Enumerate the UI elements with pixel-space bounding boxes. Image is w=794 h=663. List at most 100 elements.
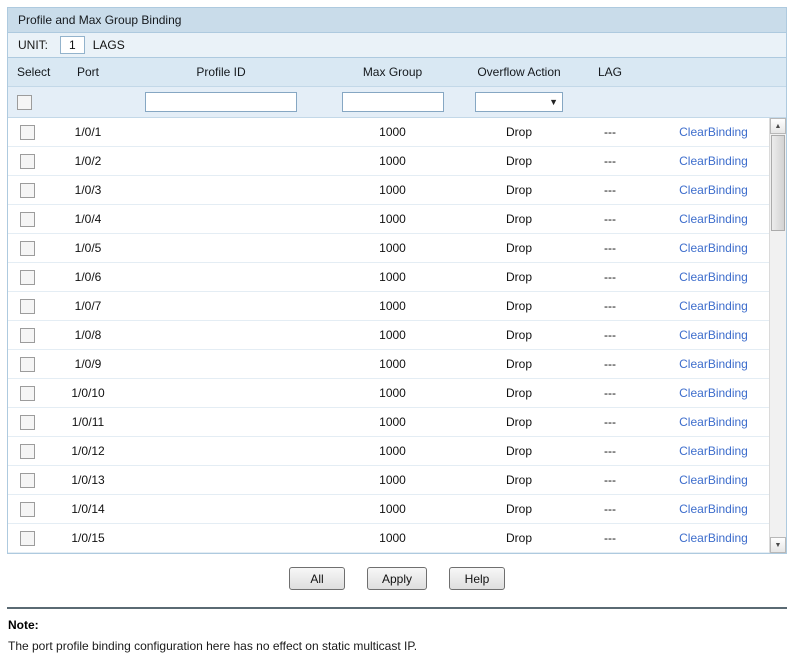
clear-binding-link[interactable]: ClearBinding [679, 328, 748, 342]
profile-id-cell [116, 523, 326, 553]
overflow-action-cell: Drop [459, 175, 579, 205]
max-group-cell: 1000 [326, 291, 459, 321]
row-checkbox[interactable] [20, 182, 35, 198]
max-group-cell: 1000 [326, 436, 459, 466]
table-row: 1/0/8 1000 Drop --- ClearBinding [8, 320, 786, 350]
scrollbar-track[interactable] [770, 134, 786, 537]
select-cell [8, 436, 60, 466]
clear-binding-link[interactable]: ClearBinding [679, 386, 748, 400]
select-all-checkbox[interactable] [17, 94, 32, 110]
select-cell [8, 233, 60, 263]
row-checkbox[interactable] [20, 414, 35, 430]
unit-1-tab[interactable]: 1 [60, 36, 85, 54]
lags-tab[interactable]: LAGS [93, 38, 125, 52]
lag-cell: --- [579, 378, 641, 408]
row-checkbox[interactable] [20, 356, 35, 372]
clear-binding-link[interactable]: ClearBinding [679, 270, 748, 284]
scroll-down-icon: ▼ [774, 541, 782, 549]
table-body: 1/0/1 1000 Drop --- ClearBinding 1/0/2 1000 Dro… [8, 117, 786, 553]
clear-binding-link[interactable]: ClearBinding [679, 125, 748, 139]
action-cell: ClearBinding [641, 204, 786, 234]
clear-binding-link[interactable]: ClearBinding [679, 241, 748, 255]
port-cell: 1/0/6 [60, 262, 116, 292]
lag-cell: --- [579, 436, 641, 466]
filter-max-group-cell [326, 86, 459, 118]
lag-cell: --- [579, 175, 641, 205]
table-row: 1/0/9 1000 Drop --- ClearBinding [8, 349, 786, 379]
select-cell [8, 204, 60, 234]
max-group-cell: 1000 [326, 378, 459, 408]
row-checkbox[interactable] [20, 298, 35, 314]
row-checkbox[interactable] [20, 501, 35, 517]
row-checkbox[interactable] [20, 530, 35, 546]
header-max-group: Max Group [326, 58, 459, 87]
profile-id-input[interactable] [145, 92, 297, 112]
row-checkbox[interactable] [20, 385, 35, 401]
header-profile-id: Profile ID [116, 58, 326, 87]
clear-binding-link[interactable]: ClearBinding [679, 212, 748, 226]
select-cell [8, 465, 60, 495]
header-select: Select [8, 58, 60, 87]
clear-binding-link[interactable]: ClearBinding [679, 415, 748, 429]
select-cell [8, 494, 60, 524]
note-section: Note: The port profile binding configura… [7, 609, 787, 653]
lag-cell: --- [579, 146, 641, 176]
binding-table-wrap: Select Port Profile ID Max Group Overflo… [8, 58, 786, 553]
max-group-input[interactable] [341, 92, 444, 112]
scroll-down-button[interactable]: ▼ [770, 537, 786, 553]
profile-binding-panel: Profile and Max Group Binding UNIT: 1 LA… [7, 7, 787, 554]
scroll-up-button[interactable]: ▲ [770, 118, 786, 134]
filter-row: ▼ [8, 86, 786, 118]
action-buttons-row: All Apply Help [7, 567, 787, 590]
select-cell [8, 146, 60, 176]
all-button[interactable]: All [288, 567, 345, 590]
clear-binding-link[interactable]: ClearBinding [679, 357, 748, 371]
select-cell [8, 349, 60, 379]
clear-binding-link[interactable]: ClearBinding [679, 299, 748, 313]
clear-binding-link[interactable]: ClearBinding [679, 531, 748, 545]
apply-button[interactable]: Apply [366, 567, 428, 590]
row-checkbox[interactable] [20, 269, 35, 285]
row-checkbox[interactable] [20, 443, 35, 459]
help-button[interactable]: Help [449, 567, 506, 590]
row-checkbox[interactable] [20, 472, 35, 488]
table-row: 1/0/5 1000 Drop --- ClearBinding [8, 233, 786, 263]
header-row: Select Port Profile ID Max Group Overflo… [8, 58, 786, 87]
action-cell: ClearBinding [641, 465, 786, 495]
page: Profile and Max Group Binding UNIT: 1 LA… [0, 0, 794, 653]
port-cell: 1/0/14 [60, 494, 116, 524]
max-group-cell: 1000 [326, 494, 459, 524]
table-row: 1/0/11 1000 Drop --- ClearBinding [8, 407, 786, 437]
profile-id-cell [116, 349, 326, 379]
unit-selector-row: UNIT: 1 LAGS [8, 33, 786, 58]
clear-binding-link[interactable]: ClearBinding [679, 473, 748, 487]
lag-cell: --- [579, 465, 641, 495]
port-cell: 1/0/13 [60, 465, 116, 495]
table-row: 1/0/1 1000 Drop --- ClearBinding [8, 117, 786, 147]
filter-profile-id-cell [116, 86, 326, 118]
action-cell: ClearBinding [641, 523, 786, 553]
table-scrollbar[interactable]: ▲ ▼ [769, 118, 786, 553]
clear-binding-link[interactable]: ClearBinding [679, 183, 748, 197]
overflow-action-select[interactable]: ▼ [475, 92, 563, 112]
row-checkbox[interactable] [20, 211, 35, 227]
max-group-cell: 1000 [326, 465, 459, 495]
table-row: 1/0/4 1000 Drop --- ClearBinding [8, 204, 786, 234]
row-checkbox[interactable] [20, 124, 35, 140]
clear-binding-link[interactable]: ClearBinding [679, 502, 748, 516]
filter-select-cell [8, 86, 60, 118]
row-checkbox[interactable] [20, 327, 35, 343]
clear-binding-link[interactable]: ClearBinding [679, 154, 748, 168]
profile-id-cell [116, 204, 326, 234]
clear-binding-link[interactable]: ClearBinding [679, 444, 748, 458]
select-cell [8, 378, 60, 408]
lag-cell: --- [579, 291, 641, 321]
port-cell: 1/0/8 [60, 320, 116, 350]
row-checkbox[interactable] [20, 153, 35, 169]
port-cell: 1/0/7 [60, 291, 116, 321]
action-cell: ClearBinding [641, 320, 786, 350]
profile-id-cell [116, 291, 326, 321]
row-checkbox[interactable] [20, 240, 35, 256]
max-group-cell: 1000 [326, 262, 459, 292]
scrollbar-thumb[interactable] [771, 135, 785, 231]
